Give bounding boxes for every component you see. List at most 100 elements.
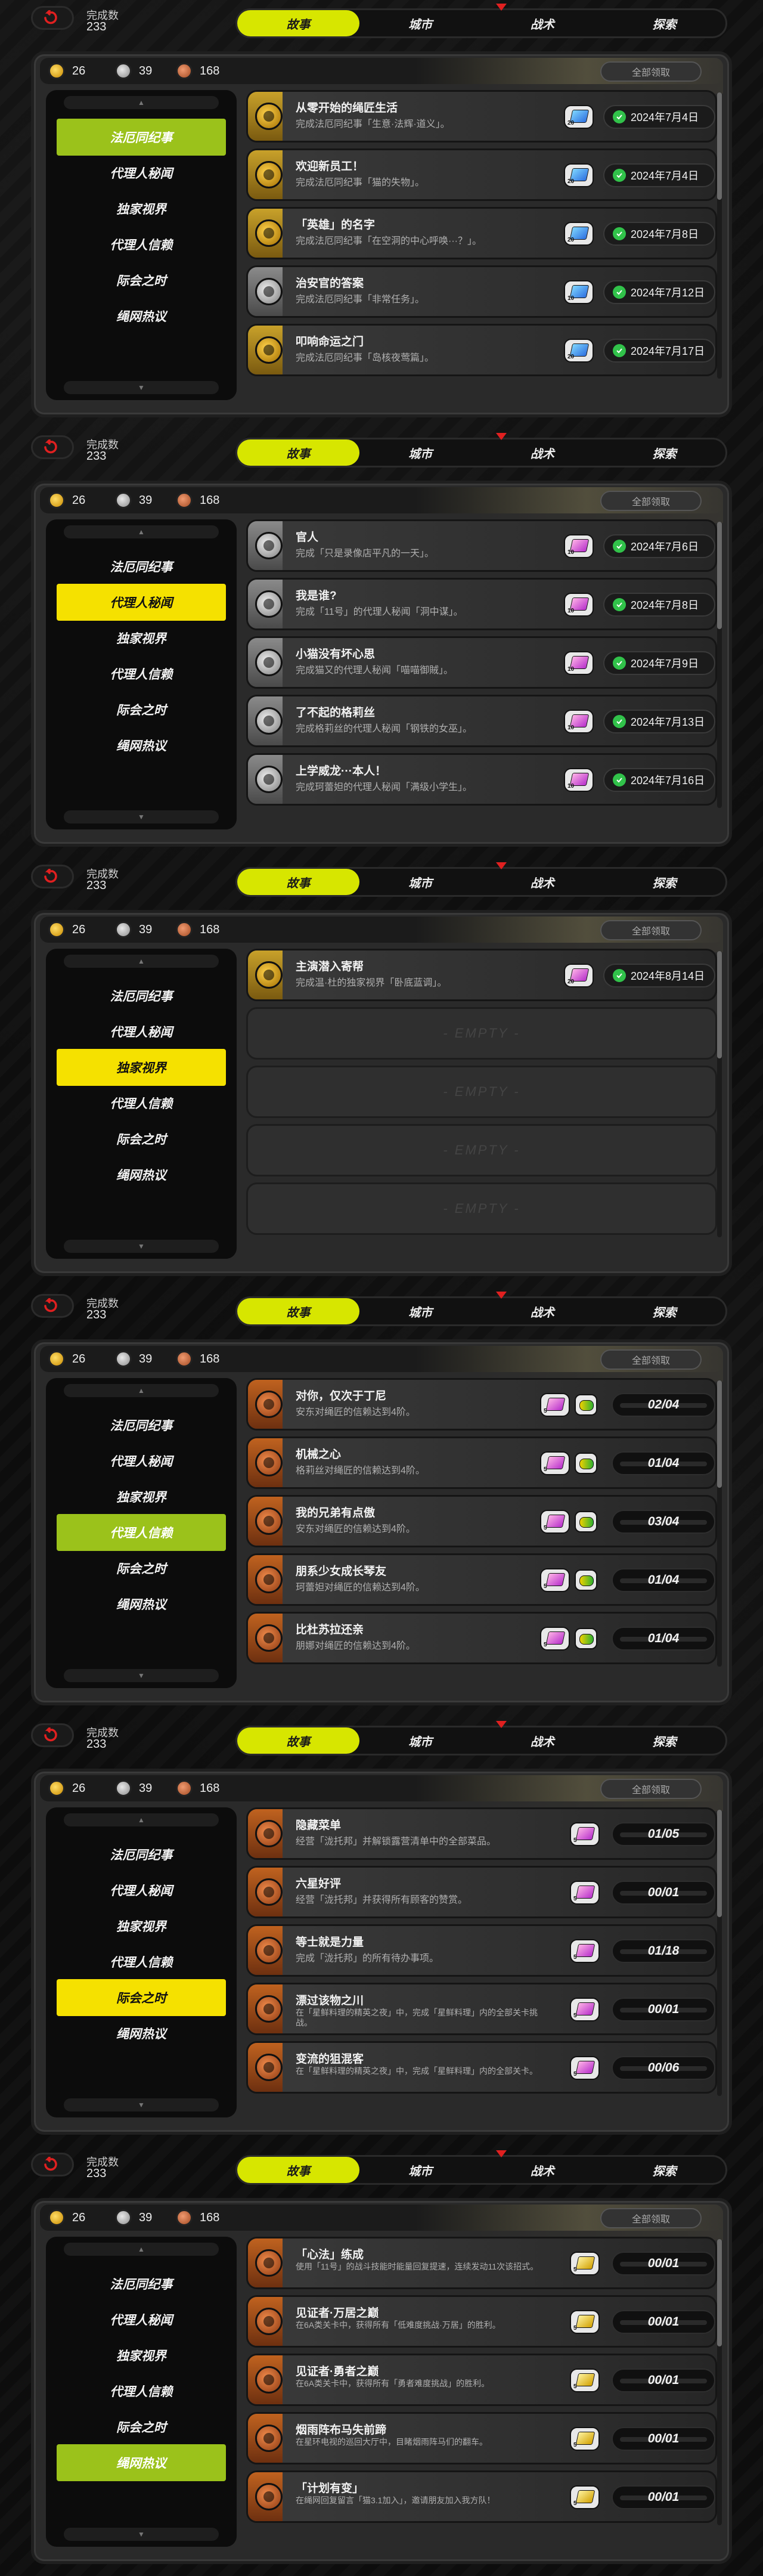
sidebar-item[interactable]: 代理人信赖 (57, 1514, 226, 1551)
tab-explore[interactable]: 探索 (603, 2157, 725, 2183)
tab-city[interactable]: 城市 (359, 10, 482, 36)
scroll-down-icon[interactable]: ▼ (64, 2528, 219, 2541)
achievement-row[interactable]: 我的兄弟有点傲 安东对绳匠的信赖达到4阶。 5 03/04 (246, 1495, 717, 1547)
scrollbar-thumb[interactable] (717, 522, 722, 629)
achievement-row[interactable]: 治安官的答案 完成法厄同纪事「非常任务」。 10 2024年7月12日 (246, 265, 717, 318)
claim-all-button[interactable]: 全部领取 (600, 920, 702, 940)
claim-all-button[interactable]: 全部领取 (600, 1779, 702, 1799)
scrollbar-thumb[interactable] (717, 1810, 722, 1917)
sidebar-item[interactable]: 代理人信赖 (57, 1085, 226, 1122)
sidebar-item[interactable]: 代理人秘闻 (57, 584, 226, 621)
tab-city[interactable]: 城市 (359, 1727, 482, 1754)
tab-tactics[interactable]: 战术 (482, 1298, 604, 1324)
sidebar-item[interactable]: 绳网热议 (57, 1156, 226, 1193)
achievement-row[interactable]: 我是谁? 完成「11号」的代理人秘闻「洞中谋」。 10 2024年7月8日 (246, 578, 717, 630)
sidebar-item[interactable]: 代理人信赖 (57, 1943, 226, 1980)
tab-story[interactable]: 故事 (237, 1727, 359, 1754)
achievement-row[interactable]: 「计划有变」 在绳网回复留言「猫3.1加入」，邀请朋友加入我方队！ 5 00/01 (246, 2470, 717, 2523)
achievement-row[interactable]: 机械之心 格莉丝对绳匠的信赖达到4阶。 5 01/04 (246, 1436, 717, 1489)
achievement-row[interactable]: 隐藏菜单 经营「泷托邦」并解锁露营清单中的全部菜品。 5 01/05 (246, 1807, 717, 1860)
sidebar-item[interactable]: 法厄同纪事 (57, 119, 226, 156)
achievement-row[interactable]: 官人 完成「只是录像店平凡的一天」。 10 2024年7月6日 (246, 519, 717, 572)
achievement-row[interactable]: 对你，仅次于丁尼 安东对绳匠的信赖达到4阶。 5 02/04 (246, 1378, 717, 1431)
tab-explore[interactable]: 探索 (603, 869, 725, 895)
tab-story[interactable]: 故事 (237, 10, 359, 36)
achievement-row[interactable]: 从零开始的绳匠生活 完成法厄同纪事「生意·法辉·道义」。 20 2024年7月4日 (246, 90, 717, 143)
scroll-up-icon[interactable]: ▲ (64, 1384, 219, 1397)
achievement-row[interactable]: 朋系少女成长琴友 珂蕾妲对绳匠的信赖达到4阶。 5 01/04 (246, 1553, 717, 1606)
sidebar-item[interactable]: 法厄同纪事 (57, 2265, 226, 2302)
claim-all-button[interactable]: 全部领取 (600, 491, 702, 511)
achievement-row[interactable]: 了不起的格莉丝 完成格莉丝的代理人秘闻「钢铁的女巫」。 10 2024年7月13日 (246, 695, 717, 747)
sidebar-item[interactable]: 际会之时 (57, 691, 226, 728)
back-button[interactable] (31, 1294, 74, 1318)
sidebar-item[interactable]: 际会之时 (57, 1979, 226, 2016)
scrollbar-thumb[interactable] (717, 951, 722, 1058)
tab-explore[interactable]: 探索 (603, 10, 725, 36)
achievement-row[interactable]: 漂过该物之川 在「星鲜料理的精英之夜」中，完成「星鲜料理」内的全部关卡挑战。 5 00… (246, 1983, 717, 2035)
achievement-row[interactable]: 欢迎新员工！ 完成法厄同纪事「猫的失物」。 20 2024年7月4日 (246, 148, 717, 201)
sidebar-item[interactable]: 独家视界 (57, 1908, 226, 1945)
achievement-row[interactable]: 「英雄」的名字 完成法厄同纪事「在空洞的中心呼唤···？」。 20 2024年7月8日 (246, 207, 717, 259)
scroll-down-icon[interactable]: ▼ (64, 2098, 219, 2111)
sidebar-item[interactable]: 代理人信赖 (57, 655, 226, 692)
achievement-row[interactable]: 六星好评 经营「泷托邦」并获得所有顾客的赞赏。 5 00/01 (246, 1866, 717, 1918)
scroll-down-icon[interactable]: ▼ (64, 1669, 219, 1682)
tab-tactics[interactable]: 战术 (482, 869, 604, 895)
tab-story[interactable]: 故事 (237, 1298, 359, 1324)
sidebar-item[interactable]: 独家视界 (57, 620, 226, 657)
scrollbar-thumb[interactable] (717, 92, 722, 200)
sidebar-item[interactable]: 际会之时 (57, 1550, 226, 1587)
sidebar-item[interactable]: 绳网热议 (57, 727, 226, 764)
achievement-row[interactable]: 等士就是力量 完成「泷托邦」的所有待办事项。 5 01/18 (246, 1924, 717, 1977)
scroll-up-icon[interactable]: ▲ (64, 525, 219, 538)
tab-tactics[interactable]: 战术 (482, 1727, 604, 1754)
list-scrollbar[interactable] (717, 1810, 722, 2096)
sidebar-item[interactable]: 代理人秘闻 (57, 1442, 226, 1479)
sidebar-item[interactable]: 际会之时 (57, 2408, 226, 2445)
list-scrollbar[interactable] (717, 2239, 722, 2525)
sidebar-item[interactable]: 独家视界 (57, 190, 226, 227)
scrollbar-thumb[interactable] (717, 2239, 722, 2346)
tab-city[interactable]: 城市 (359, 439, 482, 466)
tab-story[interactable]: 故事 (237, 2157, 359, 2183)
sidebar-item[interactable]: 绳网热议 (57, 2444, 226, 2481)
scroll-down-icon[interactable]: ▼ (64, 381, 219, 394)
achievement-row[interactable]: 主演潜入寄帮 完成温·杜的独家视界「卧底蓝调」。 20 2024年8月14日 (246, 949, 717, 1001)
scroll-up-icon[interactable]: ▲ (64, 96, 219, 109)
scroll-down-icon[interactable]: ▼ (64, 810, 219, 823)
list-scrollbar[interactable] (717, 92, 722, 379)
achievement-row[interactable]: 烟雨阵布马失前蹄 在星环电视的巡回大厅中，目睹烟雨阵马们的翻车。 5 00/01 (246, 2412, 717, 2464)
list-scrollbar[interactable] (717, 522, 722, 808)
achievement-row[interactable]: 比杜苏拉还亲 朋娜对绳匠的信赖达到4阶。 5 01/04 (246, 1612, 717, 1664)
sidebar-item[interactable]: 绳网热议 (57, 1586, 226, 1623)
sidebar-item[interactable]: 法厄同纪事 (57, 1836, 226, 1873)
achievement-row[interactable]: 变流的狙混客 在「星鲜料理的精英之夜」中，完成「星鲜料理」内的全部关卡。 5 00/0… (246, 2041, 717, 2094)
sidebar-item[interactable]: 代理人秘闻 (57, 2301, 226, 2338)
tab-tactics[interactable]: 战术 (482, 10, 604, 36)
back-button[interactable] (31, 435, 74, 459)
sidebar-item[interactable]: 法厄同纪事 (57, 977, 226, 1014)
achievement-row[interactable]: 见证者·勇者之巅 在6A类关卡中，获得所有「勇者难度挑战」的胜利。 5 00/01 (246, 2354, 717, 2406)
scrollbar-thumb[interactable] (717, 1380, 722, 1488)
claim-all-button[interactable]: 全部领取 (600, 2208, 702, 2228)
tab-explore[interactable]: 探索 (603, 1298, 725, 1324)
sidebar-item[interactable]: 代理人秘闻 (57, 154, 226, 191)
sidebar-item[interactable]: 独家视界 (57, 2337, 226, 2374)
tab-explore[interactable]: 探索 (603, 439, 725, 466)
sidebar-item[interactable]: 绳网热议 (57, 2015, 226, 2052)
sidebar-item[interactable]: 绳网热议 (57, 298, 226, 335)
tab-city[interactable]: 城市 (359, 2157, 482, 2183)
achievement-row[interactable]: 小猫没有坏心思 完成猫又的代理人秘闻「喵喵御賊」。 10 2024年7月9日 (246, 636, 717, 689)
sidebar-item[interactable]: 法厄同纪事 (57, 548, 226, 585)
sidebar-item[interactable]: 独家视界 (57, 1478, 226, 1515)
back-button[interactable] (31, 865, 74, 888)
list-scrollbar[interactable] (717, 1380, 722, 1667)
achievement-row[interactable]: 「心法」练成 使用「11号」的战斗技能时能量回复提速，连续发动11次该招式。 5 00… (246, 2237, 717, 2289)
sidebar-item[interactable]: 代理人秘闻 (57, 1872, 226, 1909)
back-button[interactable] (31, 2153, 74, 2176)
scroll-up-icon[interactable]: ▲ (64, 955, 219, 968)
sidebar-item[interactable]: 法厄同纪事 (57, 1407, 226, 1444)
tab-city[interactable]: 城市 (359, 1298, 482, 1324)
scroll-down-icon[interactable]: ▼ (64, 1240, 219, 1253)
